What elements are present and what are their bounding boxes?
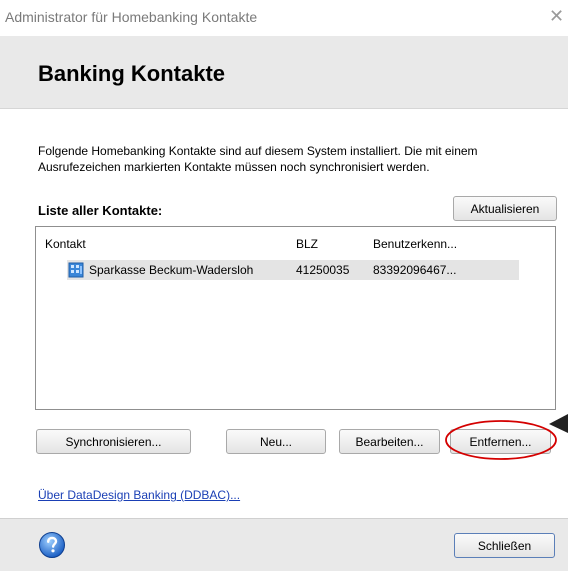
window-title: Administrator für Homebanking Kontakte <box>5 9 258 25</box>
cell-kontakt: Sparkasse Beckum-Wadersloh <box>89 263 254 277</box>
refresh-button[interactable]: Aktualisieren <box>453 196 557 221</box>
column-header-benutzerkennung[interactable]: Benutzerkenn... <box>373 237 457 251</box>
title-bar: Administrator für Homebanking Kontakte ✕ <box>0 0 568 36</box>
header-band: Banking Kontakte <box>0 36 568 109</box>
cell-blz: 41250035 <box>296 263 350 277</box>
footer-bar: Schließen <box>0 518 568 571</box>
annotation-arrow-icon <box>549 414 568 433</box>
edit-button[interactable]: Bearbeiten... <box>339 429 440 454</box>
help-icon[interactable] <box>38 531 66 559</box>
cell-benutzerkennung: 83392096467... <box>373 263 457 277</box>
close-button[interactable]: Schließen <box>454 533 555 558</box>
bank-icon <box>68 262 84 278</box>
intro-text: Folgende Homebanking Kontakte sind auf d… <box>38 144 478 174</box>
list-label: Liste aller Kontakte: <box>38 203 163 218</box>
remove-button[interactable]: Entfernen... <box>450 429 551 454</box>
column-header-kontakt[interactable]: Kontakt <box>45 237 86 251</box>
close-icon[interactable]: ✕ <box>549 6 564 26</box>
table-row[interactable]: Sparkasse Beckum-Wadersloh 41250035 8339… <box>67 260 519 280</box>
page-title: Banking Kontakte <box>38 61 226 86</box>
column-header-blz[interactable]: BLZ <box>296 237 318 251</box>
synchronize-button[interactable]: Synchronisieren... <box>36 429 191 454</box>
contacts-list[interactable]: Kontakt BLZ Benutzerkenn... Sparkasse Be… <box>35 226 556 410</box>
new-button[interactable]: Neu... <box>226 429 326 454</box>
about-link[interactable]: Über DataDesign Banking (DDBAC)... <box>38 488 240 502</box>
